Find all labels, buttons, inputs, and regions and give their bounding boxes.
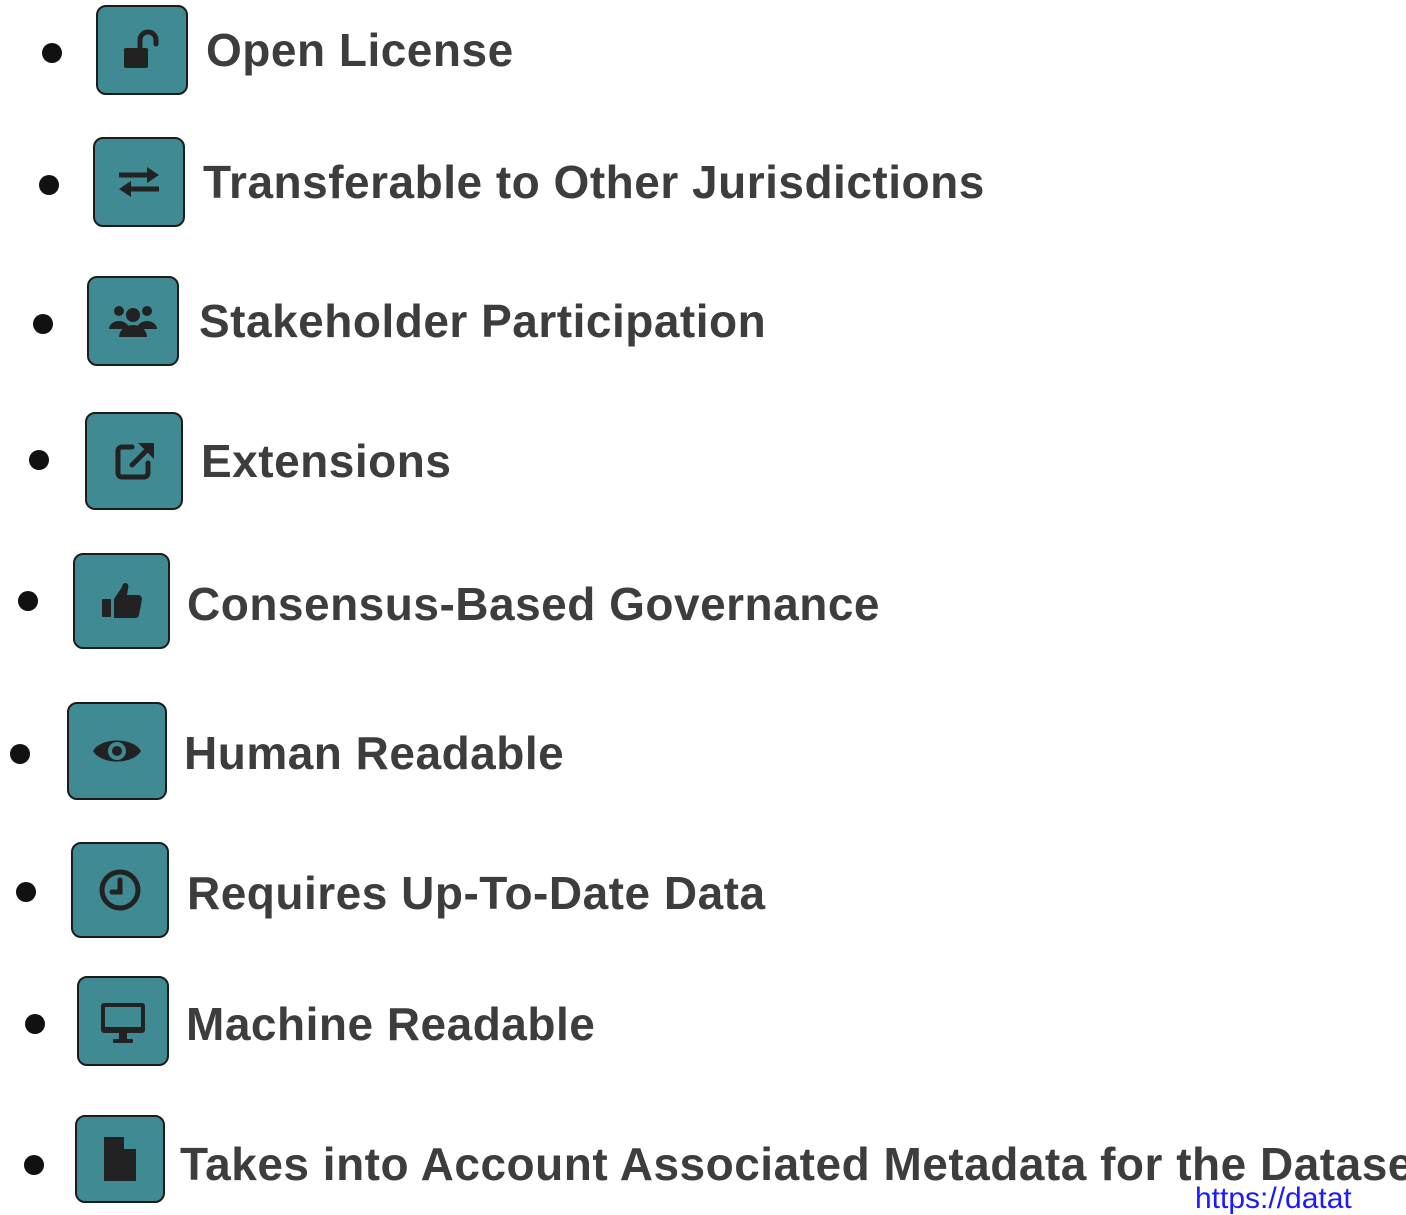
- item-label: Extensions: [201, 435, 452, 487]
- icon-tile: [71, 842, 169, 938]
- bullet: [18, 591, 38, 611]
- icon-tile: [87, 276, 179, 366]
- bullet: [10, 744, 30, 764]
- bullet: [42, 43, 62, 63]
- icon-tile: [75, 1115, 165, 1203]
- users-group-icon: [109, 306, 157, 337]
- bullet: [33, 314, 53, 334]
- icon-tile: [67, 702, 167, 800]
- icon-tile: [96, 5, 188, 95]
- item-label: Stakeholder Participation: [199, 295, 767, 347]
- bullet: [25, 1014, 45, 1034]
- item-label: Transferable to Other Jurisdictions: [203, 156, 985, 208]
- icon-tile: [77, 976, 169, 1066]
- icon-tile: [85, 412, 183, 510]
- icon-tile: [93, 137, 185, 227]
- bullet: [29, 450, 49, 470]
- item-label: Consensus-Based Governance: [187, 578, 881, 630]
- bullet: [16, 882, 36, 902]
- clock-icon: [99, 869, 141, 911]
- item-label: Requires Up-To-Date Data: [187, 867, 766, 919]
- unlock-icon: [124, 29, 159, 68]
- item-label: Machine Readable: [186, 998, 596, 1050]
- monitor-icon: [101, 1003, 145, 1043]
- bullet: [24, 1155, 44, 1175]
- file-icon: [104, 1137, 136, 1181]
- item-label: Human Readable: [184, 727, 565, 779]
- item-label: Open License: [206, 24, 514, 76]
- external-link-icon: [115, 443, 154, 480]
- exchange-arrows-icon: [119, 167, 159, 197]
- footer-link[interactable]: https://datat: [1195, 1184, 1352, 1214]
- thumbs-up-icon: [101, 583, 142, 619]
- bullet: [39, 175, 59, 195]
- icon-tile: [73, 553, 170, 649]
- eye-icon: [93, 740, 141, 762]
